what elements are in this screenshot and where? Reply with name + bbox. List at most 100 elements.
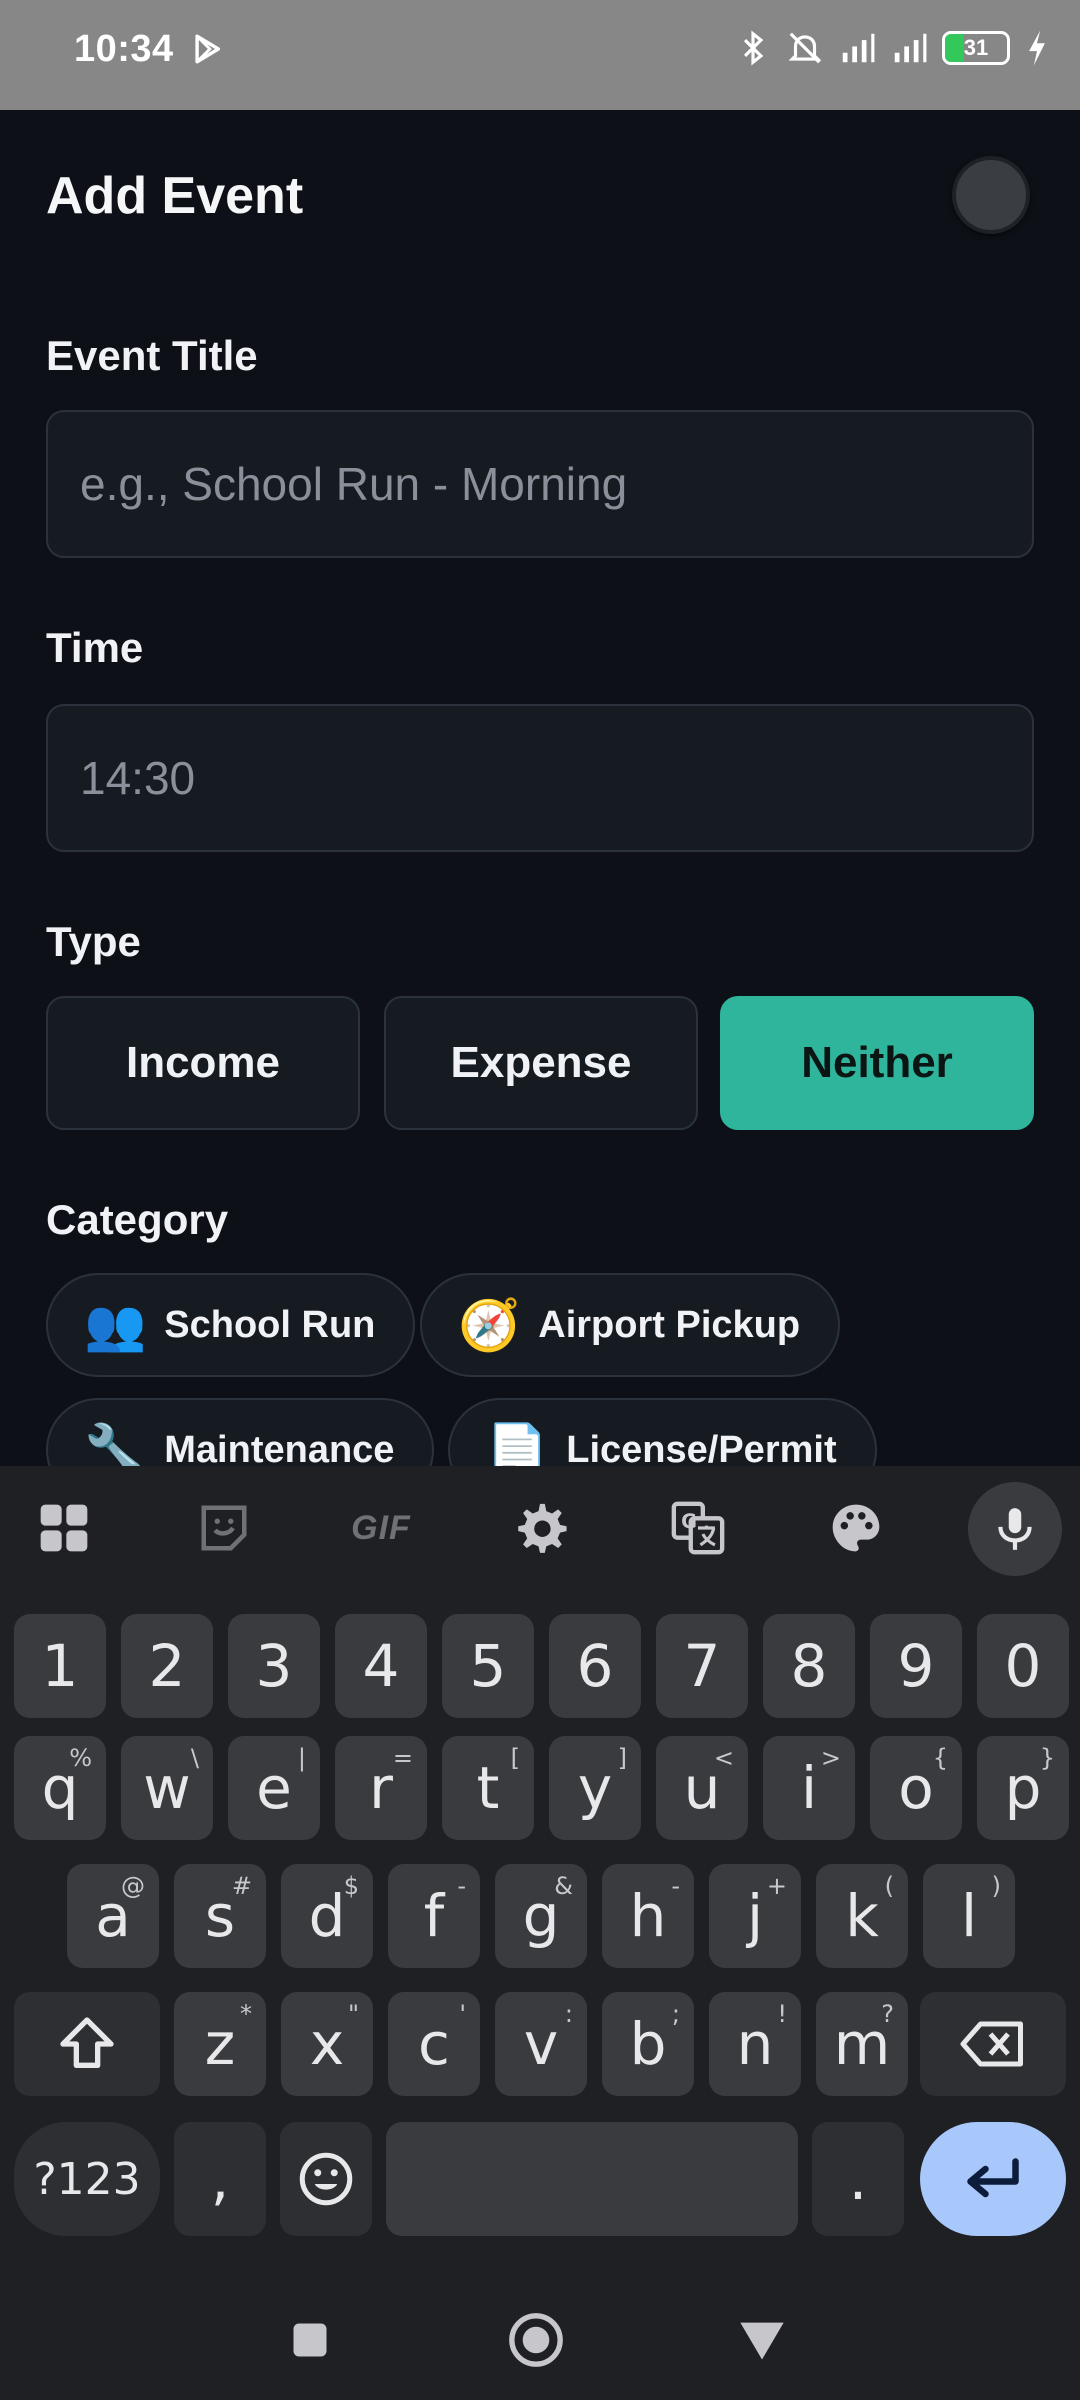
backspace-key[interactable] (920, 1992, 1066, 2096)
key-n[interactable]: n! (709, 1992, 801, 2096)
sticker-icon[interactable] (192, 1496, 256, 1560)
key-z[interactable]: z * (174, 1992, 266, 2096)
category-chip-school-run[interactable]: 👥 School Run (46, 1273, 416, 1377)
category-chip-license-permit[interactable]: 📄 License/Permit (448, 1398, 877, 1466)
key-j[interactable]: j + (709, 1864, 801, 1968)
key-label: j (746, 1882, 764, 1950)
key-6[interactable]: 6 (549, 1614, 641, 1718)
key-label: z (204, 2010, 236, 2078)
key-label: 8 (790, 1632, 828, 1700)
bluetooth-icon (743, 30, 764, 66)
key-a[interactable]: a @ (67, 1864, 159, 1968)
silent-mode-icon (788, 32, 822, 64)
key-h[interactable]: h- (602, 1864, 694, 1968)
key-m[interactable]: m? (816, 1992, 908, 2096)
space-key[interactable] (386, 2122, 798, 2236)
time-input[interactable] (46, 704, 1034, 852)
key-8[interactable]: 8 (763, 1614, 855, 1718)
key-label: 9 (897, 1632, 935, 1700)
symbols-key[interactable]: ?123 (14, 2122, 160, 2236)
key-9[interactable]: 9 (870, 1614, 962, 1718)
gif-button[interactable]: GIF (346, 1496, 416, 1560)
key-label: h (629, 1882, 667, 1950)
type-income-label: Income (125, 1038, 281, 1087)
type-income-button[interactable]: Income (46, 996, 360, 1130)
translate-icon[interactable]: G (666, 1496, 730, 1560)
key-i[interactable]: i > (763, 1736, 855, 1840)
key-v[interactable]: v: (495, 1992, 587, 2096)
palette-icon[interactable] (824, 1496, 888, 1560)
key-k[interactable]: k( (816, 1864, 908, 1968)
microphone-icon[interactable] (968, 1482, 1062, 1576)
period-key[interactable]: . (812, 2122, 904, 2236)
key-hint: ) (991, 1872, 1001, 1900)
key-hint: ] (617, 1744, 627, 1772)
key-hint: * (240, 2000, 252, 2028)
key-label: c (418, 2010, 450, 2078)
type-expense-button[interactable]: Expense (384, 996, 698, 1130)
key-label: i (800, 1754, 818, 1822)
key-hint: } (1039, 1744, 1055, 1772)
key-f[interactable]: f- (388, 1864, 480, 1968)
key-d[interactable]: d $ (281, 1864, 373, 1968)
key-x[interactable]: x " (281, 1992, 373, 2096)
key-p[interactable]: p} (977, 1736, 1069, 1840)
type-neither-label: Neither (801, 1038, 953, 1087)
key-label: 2 (148, 1632, 186, 1700)
key-7[interactable]: 7 (656, 1614, 748, 1718)
avatar[interactable] (952, 156, 1030, 234)
status-time: 10:34 (74, 28, 174, 70)
key-b[interactable]: b; (602, 1992, 694, 2096)
key-e[interactable]: e | (228, 1736, 320, 1840)
backspace-icon (960, 2021, 1023, 2067)
back-button-icon[interactable] (730, 2308, 794, 2372)
recents-button-icon[interactable] (278, 2308, 342, 2372)
apps-grid-icon[interactable] (32, 1496, 96, 1560)
time-label: Time (46, 624, 144, 671)
key-r[interactable]: r = (335, 1736, 427, 1840)
category-chip-airport-pickup[interactable]: 🧭 Airport Pickup (420, 1273, 841, 1377)
gif-label: GIF (351, 1508, 411, 1547)
key-label: x (309, 2010, 345, 2078)
page-title: Add Event (46, 167, 304, 225)
key-label: t (476, 1754, 500, 1822)
key-y[interactable]: y] (549, 1736, 641, 1840)
key-hint: | (297, 1744, 306, 1772)
key-label: o (898, 1754, 934, 1822)
key-o[interactable]: o{ (870, 1736, 962, 1840)
event-title-input[interactable] (46, 410, 1034, 558)
add-event-screen: Add Event Event Title Time Type Income E… (0, 110, 1080, 1466)
home-button-icon[interactable] (504, 2308, 568, 2372)
key-w[interactable]: w \ (121, 1736, 213, 1840)
key-3[interactable]: 3 (228, 1614, 320, 1718)
comma-key[interactable]: , (174, 2122, 266, 2236)
settings-icon[interactable] (508, 1496, 572, 1560)
key-hint: @ (121, 1872, 145, 1900)
key-5[interactable]: 5 (442, 1614, 534, 1718)
category-chip-maintenance[interactable]: 🔧 Maintenance (46, 1398, 435, 1466)
key-q[interactable]: q% (14, 1736, 106, 1840)
keyboard: GIF G 1 2 3 4 5 6 7 8 9 0 q% w \ e | r = t[y] u < i > o{p} a @ s #… (0, 1466, 1080, 2280)
key-hint: ' (459, 2000, 466, 2028)
key-hint: - (457, 1872, 466, 1900)
key-0[interactable]: 0 (977, 1614, 1069, 1718)
document-icon: 📄 (486, 1421, 549, 1466)
emoji-icon (299, 2152, 353, 2206)
charging-icon (1029, 30, 1045, 66)
key-t[interactable]: t[ (442, 1736, 534, 1840)
key-1[interactable]: 1 (14, 1614, 106, 1718)
key-2[interactable]: 2 (121, 1614, 213, 1718)
key-u[interactable]: u < (656, 1736, 748, 1840)
key-label: 4 (362, 1632, 400, 1700)
key-s[interactable]: s # (174, 1864, 266, 1968)
key-l[interactable]: l) (923, 1864, 1015, 1968)
key-4[interactable]: 4 (335, 1614, 427, 1718)
key-g[interactable]: g & (495, 1864, 587, 1968)
key-c[interactable]: c ' (388, 1992, 480, 2096)
emoji-key[interactable] (280, 2122, 372, 2236)
shift-key[interactable] (14, 1992, 160, 2096)
type-neither-button[interactable]: Neither (720, 996, 1034, 1130)
signal-icon (842, 33, 875, 63)
enter-key[interactable] (920, 2122, 1066, 2236)
key-hint: & (554, 1872, 573, 1900)
